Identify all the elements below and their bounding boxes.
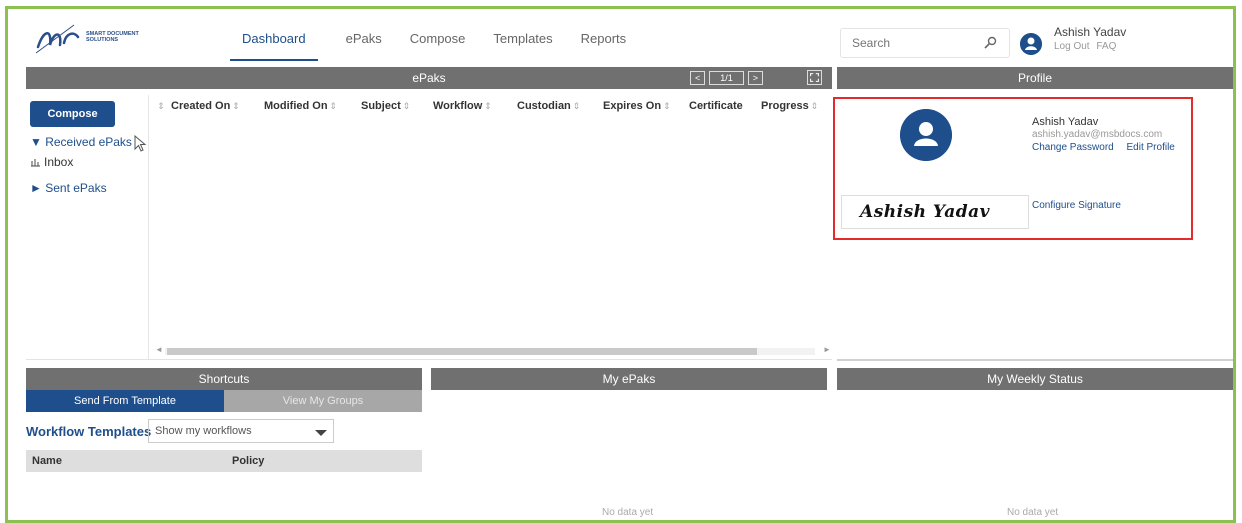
- my-epaks-empty: No data yet: [602, 507, 654, 518]
- nav-compose[interactable]: Compose: [410, 31, 466, 61]
- scroll-right-icon[interactable]: ►: [823, 345, 831, 354]
- profile-email: ashish.yadav@msbdocs.com: [1032, 129, 1163, 140]
- horizontal-scrollbar[interactable]: ◄ ►: [153, 345, 831, 355]
- tab-send-from-template[interactable]: Send From Template: [26, 390, 224, 412]
- tree-received-epaks[interactable]: ▼ Received ePaks: [30, 135, 132, 149]
- my-epaks-panel-title: My ePaks: [602, 372, 656, 386]
- epaks-grid: ⇕ Created On ⇕ Modified On ⇕ Subject ⇕ Work…: [148, 95, 832, 359]
- workflow-filter-value: Show my workflows: [155, 425, 252, 437]
- profile-card: Ashish Yadav ashish.yadav@msbdocs.com Ch…: [833, 97, 1193, 240]
- pager: < 1/1 >: [690, 67, 764, 89]
- shortcuts-panel-header: Shortcuts: [26, 368, 422, 390]
- search-box: [840, 28, 1010, 58]
- col-workflow[interactable]: Workflow ⇕: [433, 100, 517, 112]
- col-created-on[interactable]: Created On ⇕: [171, 100, 264, 112]
- tree-sent-epaks[interactable]: ► Sent ePaks: [30, 181, 107, 195]
- nav-dashboard[interactable]: Dashboard: [230, 31, 318, 61]
- faq-link[interactable]: FAQ: [1096, 41, 1116, 52]
- shortcuts-panel-title: Shortcuts: [198, 372, 250, 386]
- col-progress[interactable]: Progress ⇕: [761, 100, 821, 112]
- tree-inbox[interactable]: Inbox: [30, 155, 73, 169]
- grid-divider: [26, 359, 832, 360]
- prev-page-button[interactable]: <: [690, 71, 706, 85]
- next-page-button[interactable]: >: [747, 71, 764, 85]
- profile-links: Change Password Edit Profile: [1032, 142, 1185, 153]
- profile-panel-header: Profile: [837, 67, 1233, 89]
- col-custodian[interactable]: Custodian ⇕: [517, 100, 603, 112]
- company-logo: SMART DOCUMENT SOLUTIONS: [34, 23, 164, 63]
- workflow-filter-select[interactable]: Show my workflows: [148, 419, 334, 443]
- shortcuts-tabs: Send From Template View My Groups: [26, 390, 422, 412]
- select-all-column[interactable]: ⇕: [149, 100, 171, 112]
- grid-header: ⇕ Created On ⇕ Modified On ⇕ Subject ⇕ Work…: [149, 95, 821, 117]
- signature-image: Ashish Yadav: [860, 202, 991, 222]
- profile-name: Ashish Yadav: [1032, 116, 1099, 128]
- expand-icon[interactable]: [807, 70, 822, 85]
- workflow-templates-label: Workflow Templates: [26, 424, 152, 439]
- main-nav: Dashboard ePaks Compose Templates Report…: [230, 31, 654, 61]
- change-password-link[interactable]: Change Password: [1032, 142, 1114, 153]
- tab-view-my-groups[interactable]: View My Groups: [224, 390, 422, 412]
- page-indicator: 1/1: [709, 71, 744, 85]
- logout-link[interactable]: Log Out: [1054, 41, 1090, 52]
- my-epaks-panel-header: My ePaks: [431, 368, 827, 390]
- weekly-status-empty: No data yet: [1007, 507, 1059, 518]
- search-icon[interactable]: [983, 36, 997, 50]
- app-frame: SMART DOCUMENT SOLUTIONS Dashboard ePaks…: [5, 6, 1236, 523]
- profile-divider: [837, 359, 1233, 361]
- edit-profile-link[interactable]: Edit Profile: [1127, 142, 1175, 153]
- col-subject[interactable]: Subject ⇕: [361, 100, 433, 112]
- user-avatar-icon[interactable]: [1020, 33, 1042, 55]
- nav-epaks[interactable]: ePaks: [346, 31, 382, 61]
- profile-avatar-icon: [900, 109, 952, 161]
- signature-box: Ashish Yadav: [841, 195, 1029, 229]
- compose-button[interactable]: Compose: [30, 101, 115, 127]
- scroll-left-icon[interactable]: ◄: [155, 345, 163, 354]
- configure-signature-link[interactable]: Configure Signature: [1032, 200, 1121, 211]
- inbox-icon: [31, 159, 40, 167]
- profile-panel-title: Profile: [1017, 71, 1052, 85]
- mouse-cursor-icon: [134, 135, 147, 152]
- scroll-thumb[interactable]: [167, 348, 757, 355]
- col-expires-on[interactable]: Expires On ⇕: [603, 100, 689, 112]
- search-input[interactable]: [841, 29, 971, 57]
- tree-inbox-label: Inbox: [44, 155, 74, 169]
- nav-reports[interactable]: Reports: [581, 31, 627, 61]
- nav-templates[interactable]: Templates: [493, 31, 552, 61]
- user-links: Log Out FAQ: [1054, 41, 1120, 52]
- user-name: Ashish Yadav: [1054, 25, 1127, 39]
- logo-text: SMART DOCUMENT SOLUTIONS: [86, 31, 139, 43]
- epaks-panel-title: ePaks: [412, 71, 446, 85]
- templates-table-header: Name Policy: [26, 450, 422, 472]
- col-name[interactable]: Name: [32, 450, 62, 472]
- chevron-down-icon: [315, 430, 327, 436]
- weekly-status-panel-header: My Weekly Status: [837, 368, 1233, 390]
- col-modified-on[interactable]: Modified On ⇕: [264, 100, 361, 112]
- col-certificate[interactable]: Certificate: [689, 100, 761, 112]
- col-policy[interactable]: Policy: [232, 450, 264, 472]
- weekly-status-panel-title: My Weekly Status: [987, 372, 1083, 386]
